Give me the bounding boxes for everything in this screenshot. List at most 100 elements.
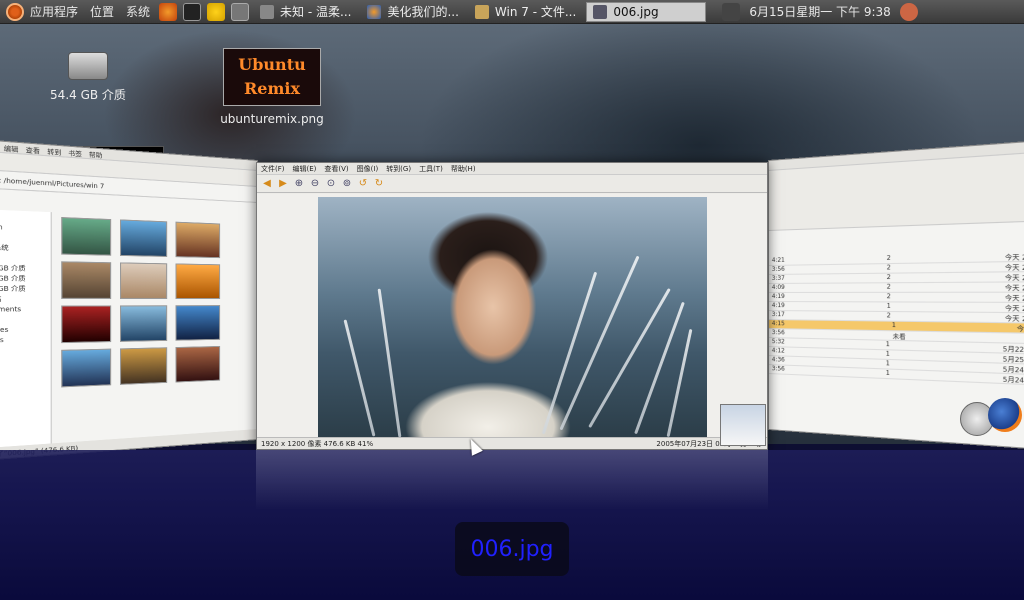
track-row[interactable]: 4:09 2 今天 21:23	[768, 282, 1024, 293]
zoom-fit-icon[interactable]: ⊚	[341, 178, 353, 190]
track-count: 2	[886, 312, 891, 320]
menu-edit[interactable]: 编辑(E)	[293, 164, 317, 174]
file-thumb[interactable]	[120, 347, 168, 385]
track-time: 4:15	[771, 320, 785, 328]
menu-help[interactable]: 帮助(H)	[451, 164, 476, 174]
track-date: 今天 21:16	[1004, 263, 1024, 273]
displayed-photo	[318, 197, 707, 438]
desktop-file-icon[interactable]: Ubuntu Remix ubunturemix.png	[216, 48, 328, 126]
applications-label: 应用程序	[30, 5, 79, 19]
sidebar-item[interactable]: 网络	[0, 253, 48, 265]
track-count: 1	[886, 302, 891, 310]
track-time: 4:19	[771, 302, 785, 310]
track-count: 2	[886, 264, 891, 272]
places-menu[interactable]: 位置	[84, 0, 120, 24]
image-canvas[interactable]	[257, 194, 767, 438]
system-menu[interactable]: 系统	[120, 0, 156, 24]
window-thumbnail[interactable]	[720, 404, 766, 446]
task-button-browser[interactable]: 美化我们的...	[361, 2, 464, 22]
track-date: 今天 21:23	[1004, 284, 1024, 293]
track-time: 3:37	[771, 274, 785, 282]
task-button-music[interactable]: 未知 - 温柔...	[254, 2, 357, 22]
task-button-image-viewer[interactable]: 006.jpg	[586, 1, 707, 22]
track-date: 今天 21:12	[1004, 253, 1024, 263]
file-thumb[interactable]	[120, 305, 168, 342]
file-thumb[interactable]	[61, 348, 112, 388]
firefox-icon	[367, 4, 382, 19]
clock[interactable]: 6月15日星期一 下午 9:38	[743, 0, 896, 24]
sidebar-item[interactable]: 26.7 GB 介质	[0, 274, 48, 285]
zoom-normal-icon[interactable]: ⊙	[325, 178, 337, 190]
desktop-drive-icon[interactable]: 54.4 GB 介质	[48, 52, 128, 103]
task-button-files[interactable]: Win 7 - 文件...	[469, 2, 582, 22]
sidebar-item[interactable]: 54.4 GB 介质	[0, 284, 48, 295]
track-date: 5月25日 19	[1002, 355, 1024, 365]
sidebar-item[interactable]: 回收站	[0, 294, 48, 304]
menu-view[interactable]: 查看(V)	[324, 164, 348, 174]
file-thumb[interactable]	[175, 345, 221, 383]
firefox-launcher-icon[interactable]	[159, 2, 178, 21]
file-thumb[interactable]	[175, 263, 221, 299]
terminal-launcher-icon[interactable]	[183, 2, 202, 21]
image-info: 1920 x 1200 像素 476.6 KB 41%	[261, 439, 374, 448]
task-label: 006.jpg	[613, 4, 659, 19]
firefox-icon[interactable]	[988, 398, 1022, 432]
sidebar-item[interactable]: 文件系统	[0, 242, 48, 254]
track-date: 今天 21:28	[1004, 295, 1024, 304]
window-switcher-label: 006.jpg	[455, 522, 569, 576]
next-icon[interactable]: ▶	[277, 178, 289, 190]
track-time: 4:21	[771, 256, 785, 264]
file-thumb[interactable]	[175, 221, 221, 259]
file-thumb[interactable]	[120, 219, 168, 257]
file-thumb[interactable]	[120, 262, 168, 299]
track-date: 5月24日 22	[1002, 376, 1024, 386]
previous-icon[interactable]: ◀	[261, 178, 273, 190]
file-thumb[interactable]	[61, 305, 112, 344]
track-date: 今天 21:19	[1004, 274, 1024, 283]
image-viewer-window[interactable]: 文件(F) 编辑(E) 查看(V) 图像(I) 转到(G) 工具(T) 帮助(H…	[256, 162, 768, 450]
folder-icon	[474, 4, 489, 19]
qq-launcher-icon[interactable]	[207, 2, 226, 21]
track-count: 1	[885, 350, 890, 358]
sidebar-item[interactable]: Documents	[0, 304, 48, 315]
zoom-out-icon[interactable]: ⊖	[309, 178, 321, 190]
track-time: 4:09	[771, 283, 785, 291]
menu-image[interactable]: 图像(I)	[357, 164, 379, 174]
rotate-right-icon[interactable]: ↻	[373, 178, 385, 190]
track-time: 4:36	[771, 356, 785, 364]
track-time: 4:12	[771, 347, 785, 355]
file-grid	[61, 217, 253, 388]
task-label: Win 7 - 文件...	[494, 5, 577, 19]
viewer-toolbar: ◀ ▶ ⊕ ⊖ ⊙ ⊚ ↺ ↻	[257, 175, 767, 193]
menu-file[interactable]: 文件(F)	[261, 164, 285, 174]
file-manager-window[interactable]: 文件编辑查看转到书签帮助 位置: /home/juenrnl/Pictures/…	[0, 138, 259, 462]
track-count: 1	[885, 359, 890, 368]
network-icon[interactable]	[722, 2, 741, 21]
harddrive-icon	[68, 52, 108, 80]
track-count: 2	[886, 273, 891, 282]
viewer-reflection	[256, 450, 768, 510]
sidebar-item[interactable]: Videos	[0, 335, 48, 347]
track-date: 今天 21:32	[1004, 305, 1024, 314]
sidebar-item[interactable]: 43.1 GB 介质	[0, 263, 48, 274]
file-thumb[interactable]	[175, 305, 221, 341]
applications-menu[interactable]: 应用程序	[0, 0, 84, 24]
file-thumb[interactable]	[61, 261, 112, 299]
track-count: 2	[886, 254, 891, 263]
ubuntu-remix-thumbnail: Ubuntu Remix	[223, 48, 321, 106]
track-date: 今天 21:37	[1004, 315, 1024, 324]
viewer-menubar: 文件(F) 编辑(E) 查看(V) 图像(I) 转到(G) 工具(T) 帮助(H…	[257, 163, 767, 175]
file-thumb[interactable]	[61, 217, 112, 256]
track-time: 3:56	[771, 329, 785, 337]
task-label: 美化我们的...	[387, 5, 459, 19]
track-time: 4:19	[771, 292, 785, 301]
rotate-left-icon[interactable]: ↺	[357, 178, 369, 190]
track-list: 4:21 2 今天 21:12 3:56 2 今天 21:16 3:37 2 今天 21:19 4…	[768, 251, 1024, 386]
shutdown-icon[interactable]	[899, 2, 918, 21]
menu-go[interactable]: 转到(G)	[386, 164, 411, 174]
drive-label: 54.4 GB 介质	[50, 88, 126, 102]
zoom-in-icon[interactable]: ⊕	[293, 178, 305, 190]
track-time: 3:17	[771, 311, 785, 319]
menu-tools[interactable]: 工具(T)	[419, 164, 443, 174]
media-player-launcher-icon[interactable]	[231, 2, 250, 21]
